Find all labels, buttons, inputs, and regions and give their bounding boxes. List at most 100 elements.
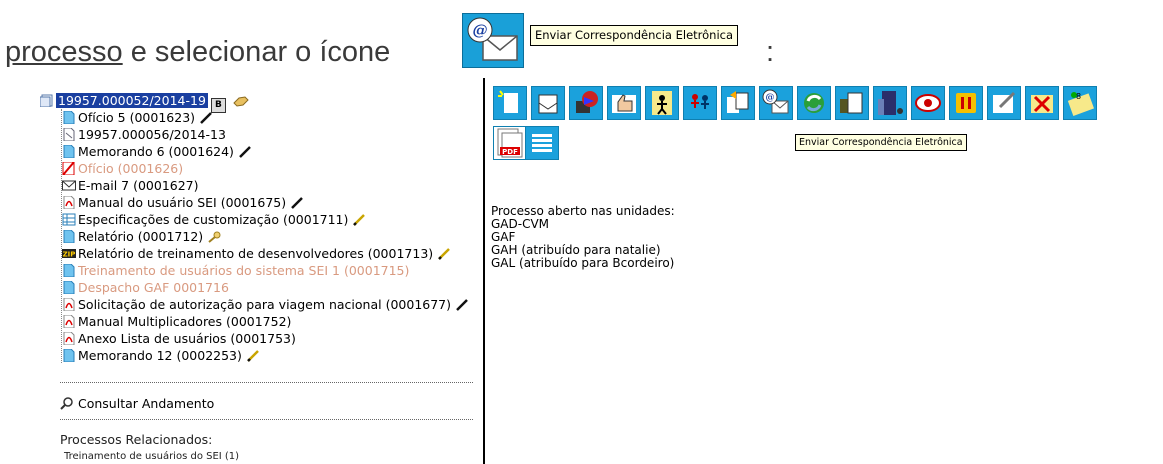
refresh-icon[interactable]	[797, 86, 831, 120]
open-units-info: Processo aberto nas unidades: GAD-CVM GA…	[491, 205, 675, 270]
tree-item[interactable]: Manual Multiplicadores (0001752)	[40, 313, 480, 330]
document-icon	[62, 280, 76, 295]
documents-icon[interactable]	[835, 86, 869, 120]
eye-icon[interactable]	[911, 86, 945, 120]
instruction-line: processo e selecionar o ícone @ Enviar C…	[2, 0, 1162, 80]
tree-root-label[interactable]: 19957.000052/2014-19	[56, 93, 208, 108]
list-icon[interactable]	[525, 126, 559, 160]
tree-item-label[interactable]: Memorando 6 (0001624)	[78, 144, 234, 159]
tree-item[interactable]: Ofício (0001626)	[40, 160, 480, 177]
tree-item[interactable]: Solicitação de autorização para viagem n…	[40, 296, 480, 313]
no-access-icon[interactable]	[1025, 86, 1059, 120]
tree-item-label[interactable]: Treinamento de usuários do sistema SEI 1…	[78, 263, 409, 278]
document-icon	[62, 348, 76, 363]
tree-item[interactable]: 19957.000056/2014-13	[40, 126, 480, 143]
svg-text:ZIP: ZIP	[63, 251, 76, 259]
document-icon	[62, 144, 76, 159]
receive-mail-icon[interactable]	[531, 86, 565, 120]
send-email-icon[interactable]: @	[759, 86, 793, 120]
svg-text:8: 8	[1076, 92, 1081, 101]
signature-pen-icon[interactable]	[352, 213, 366, 226]
credentials-icon[interactable]: 8	[1063, 86, 1097, 120]
tree-item-label[interactable]: Ofício (0001626)	[78, 161, 183, 176]
process-folder-icon	[39, 94, 54, 108]
signature-pen-icon[interactable]	[290, 196, 304, 209]
separator-1	[60, 382, 473, 383]
tree-item-label[interactable]: Relatório (0001712)	[78, 229, 203, 244]
tree-item[interactable]: Memorando 12 (0002253)	[40, 347, 480, 364]
process-icon	[62, 127, 76, 142]
tree-item[interactable]: Anexo Lista de usuários (0001753)	[40, 330, 480, 347]
tree-item-label[interactable]: Relatório de treinamento de desenvolvedo…	[78, 246, 433, 261]
magnifier-icon	[60, 397, 74, 410]
tree-item[interactable]: Despacho GAF 0001716	[40, 279, 480, 296]
key-icon[interactable]	[207, 230, 221, 243]
svg-text:@: @	[766, 93, 775, 103]
panel-divider	[483, 78, 485, 464]
zip-icon: ZIP	[62, 247, 76, 260]
signature-pen-icon[interactable]	[238, 145, 252, 158]
tree-root[interactable]: 19957.000052/2014-19 B	[39, 92, 480, 113]
document-icon	[62, 263, 76, 278]
tree-item[interactable]: Manual do usuário SEI (0001675)	[40, 194, 480, 211]
processo-link[interactable]: processo	[5, 36, 123, 68]
consult-history-link[interactable]: Consultar Andamento	[60, 396, 214, 411]
tree-item-label[interactable]: Despacho GAF 0001716	[78, 280, 229, 295]
relate-process-icon[interactable]	[721, 86, 755, 120]
send-process-icon[interactable]	[569, 86, 603, 120]
tree-item-label[interactable]: Especificações de customização (0001711)	[78, 212, 348, 227]
signature-pen-icon[interactable]	[246, 349, 260, 362]
instruction-text: processo e selecionar o ícone	[5, 36, 390, 69]
signature-pen-icon[interactable]	[437, 247, 451, 260]
instruction-colon: :	[766, 36, 775, 68]
unit-item: GAD-CVM	[491, 217, 550, 231]
tree-item-label[interactable]: Solicitação de autorização para viagem n…	[78, 297, 451, 312]
signature-pen-icon[interactable]	[199, 111, 213, 124]
tree-item-label[interactable]: Memorando 12 (0002253)	[78, 348, 242, 363]
pause-icon[interactable]	[949, 86, 983, 120]
tree-item[interactable]: ZIP Relatório de treinamento de desenvolv…	[40, 245, 480, 262]
tree-item-label[interactable]: E-mail 7 (0001627)	[78, 178, 199, 193]
unit-item: GAL (atribuído para Bcordeiro)	[491, 256, 675, 270]
tree-item[interactable]: E-mail 7 (0001627)	[40, 177, 480, 194]
email-icon	[62, 179, 76, 192]
edit-icon[interactable]	[987, 86, 1021, 120]
svg-text:PDF: PDF	[502, 148, 518, 156]
consult-history-label[interactable]: Consultar Andamento	[78, 396, 214, 411]
canceled-document-icon	[62, 161, 76, 176]
tree-item-label[interactable]: Manual Multiplicadores (0001752)	[78, 314, 291, 329]
separator-2	[60, 419, 473, 420]
tree-item[interactable]: Relatório (0001712)	[40, 228, 480, 245]
pdf-icon	[62, 331, 76, 346]
assign-group-icon[interactable]	[683, 86, 717, 120]
related-process-item[interactable]: Treinamento de usuários do SEI (1)	[64, 451, 239, 462]
process-tree: 19957.000052/2014-19 B Ofício 5 (0001623)…	[39, 92, 480, 364]
tree-item[interactable]: Especificações de customização (0001711)	[40, 211, 480, 228]
tree-item-label[interactable]: 19957.000056/2014-13	[78, 127, 226, 142]
pdf-icon	[62, 297, 76, 312]
thumbs-up-icon[interactable]	[607, 86, 641, 120]
tree-item[interactable]: Treinamento de usuários do sistema SEI 1…	[40, 262, 480, 279]
spreadsheet-icon	[62, 213, 76, 226]
instruction-tooltip: Enviar Correspondência Eletrônica	[530, 25, 739, 46]
new-document-icon[interactable]	[493, 86, 527, 120]
pdf-export-icon[interactable]: PDF	[493, 126, 527, 160]
related-processes-heading: Processos Relacionados:	[60, 432, 213, 447]
send-email-icon: @	[462, 13, 524, 68]
svg-text:@: @	[473, 21, 488, 39]
toolbar-tooltip: Enviar Correspondência Eletrônica	[795, 134, 967, 151]
pdf-icon	[62, 195, 76, 210]
tree-item[interactable]: Memorando 6 (0001624)	[40, 143, 480, 160]
instruction-rest: e selecionar o ícone	[122, 36, 391, 68]
hand-icon[interactable]	[233, 94, 249, 107]
pdf-icon	[62, 314, 76, 329]
signature-pen-icon[interactable]	[455, 298, 469, 311]
tree-item[interactable]: Ofício 5 (0001623)	[40, 109, 480, 126]
tree-item-label[interactable]: Ofício 5 (0001623)	[78, 110, 195, 125]
building-icon[interactable]	[873, 86, 907, 120]
tree-item-label[interactable]: Anexo Lista de usuários (0001753)	[78, 331, 296, 346]
tree-item-label[interactable]: Manual do usuário SEI (0001675)	[78, 195, 286, 210]
assign-user-icon[interactable]	[645, 86, 679, 120]
document-icon	[62, 110, 76, 125]
document-icon	[62, 229, 76, 244]
